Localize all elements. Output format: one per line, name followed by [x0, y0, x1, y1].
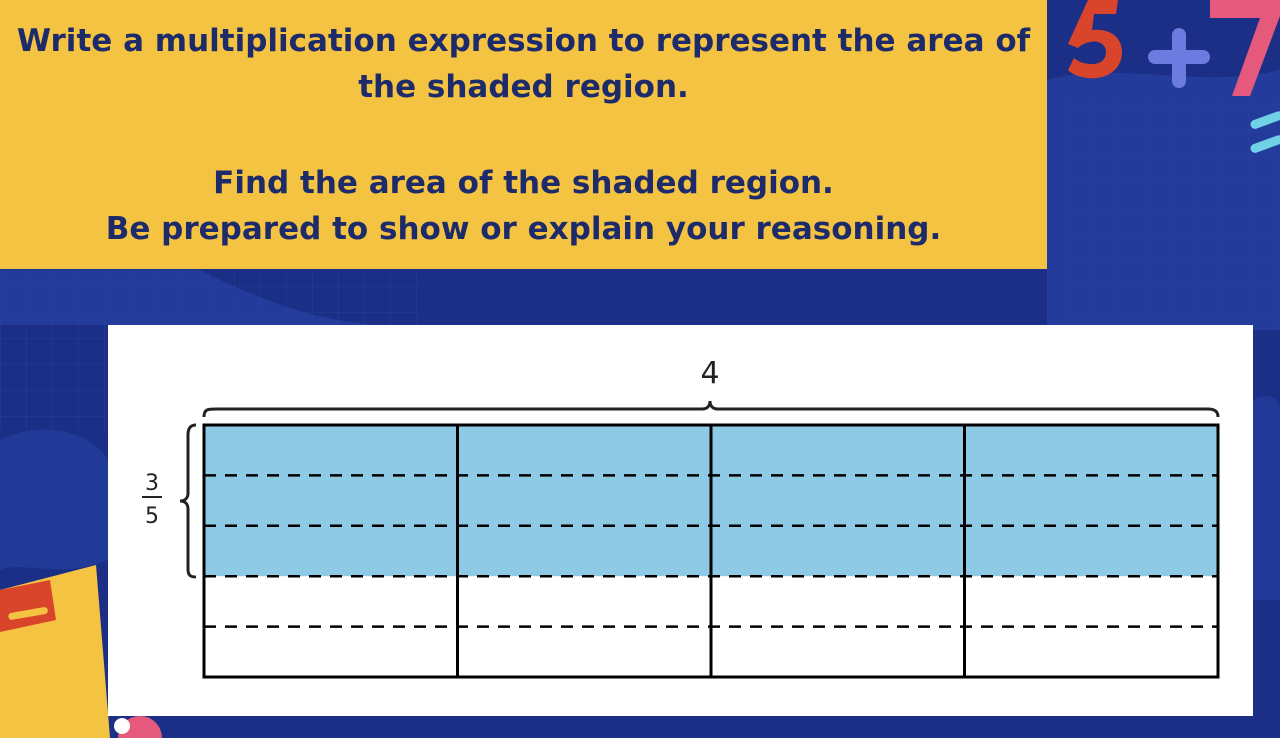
equals-sign-decoration [1250, 111, 1280, 153]
area-grid [202, 423, 1220, 679]
area-diagram-panel: 4 3 5 [108, 325, 1253, 716]
width-label: 4 [700, 356, 719, 391]
height-label-numerator: 3 [145, 471, 159, 496]
math-numbers-decoration [1068, 0, 1280, 96]
height-label-denominator: 5 [145, 504, 159, 529]
instruction-line-4: Be prepared to show or explain your reas… [105, 211, 942, 247]
height-brace [179, 423, 197, 579]
instruction-box: Write a multiplication expression to rep… [0, 0, 1047, 269]
instruction-line-1: Write a multiplication expression to rep… [16, 23, 1031, 59]
instruction-line-3: Find the area of the shaded region. [213, 165, 834, 201]
minus-card-decoration [0, 565, 110, 738]
width-brace [202, 400, 1220, 418]
area-model-diagram: 4 3 5 [142, 356, 1220, 679]
instruction-line-2: the shaded region. [358, 69, 689, 105]
